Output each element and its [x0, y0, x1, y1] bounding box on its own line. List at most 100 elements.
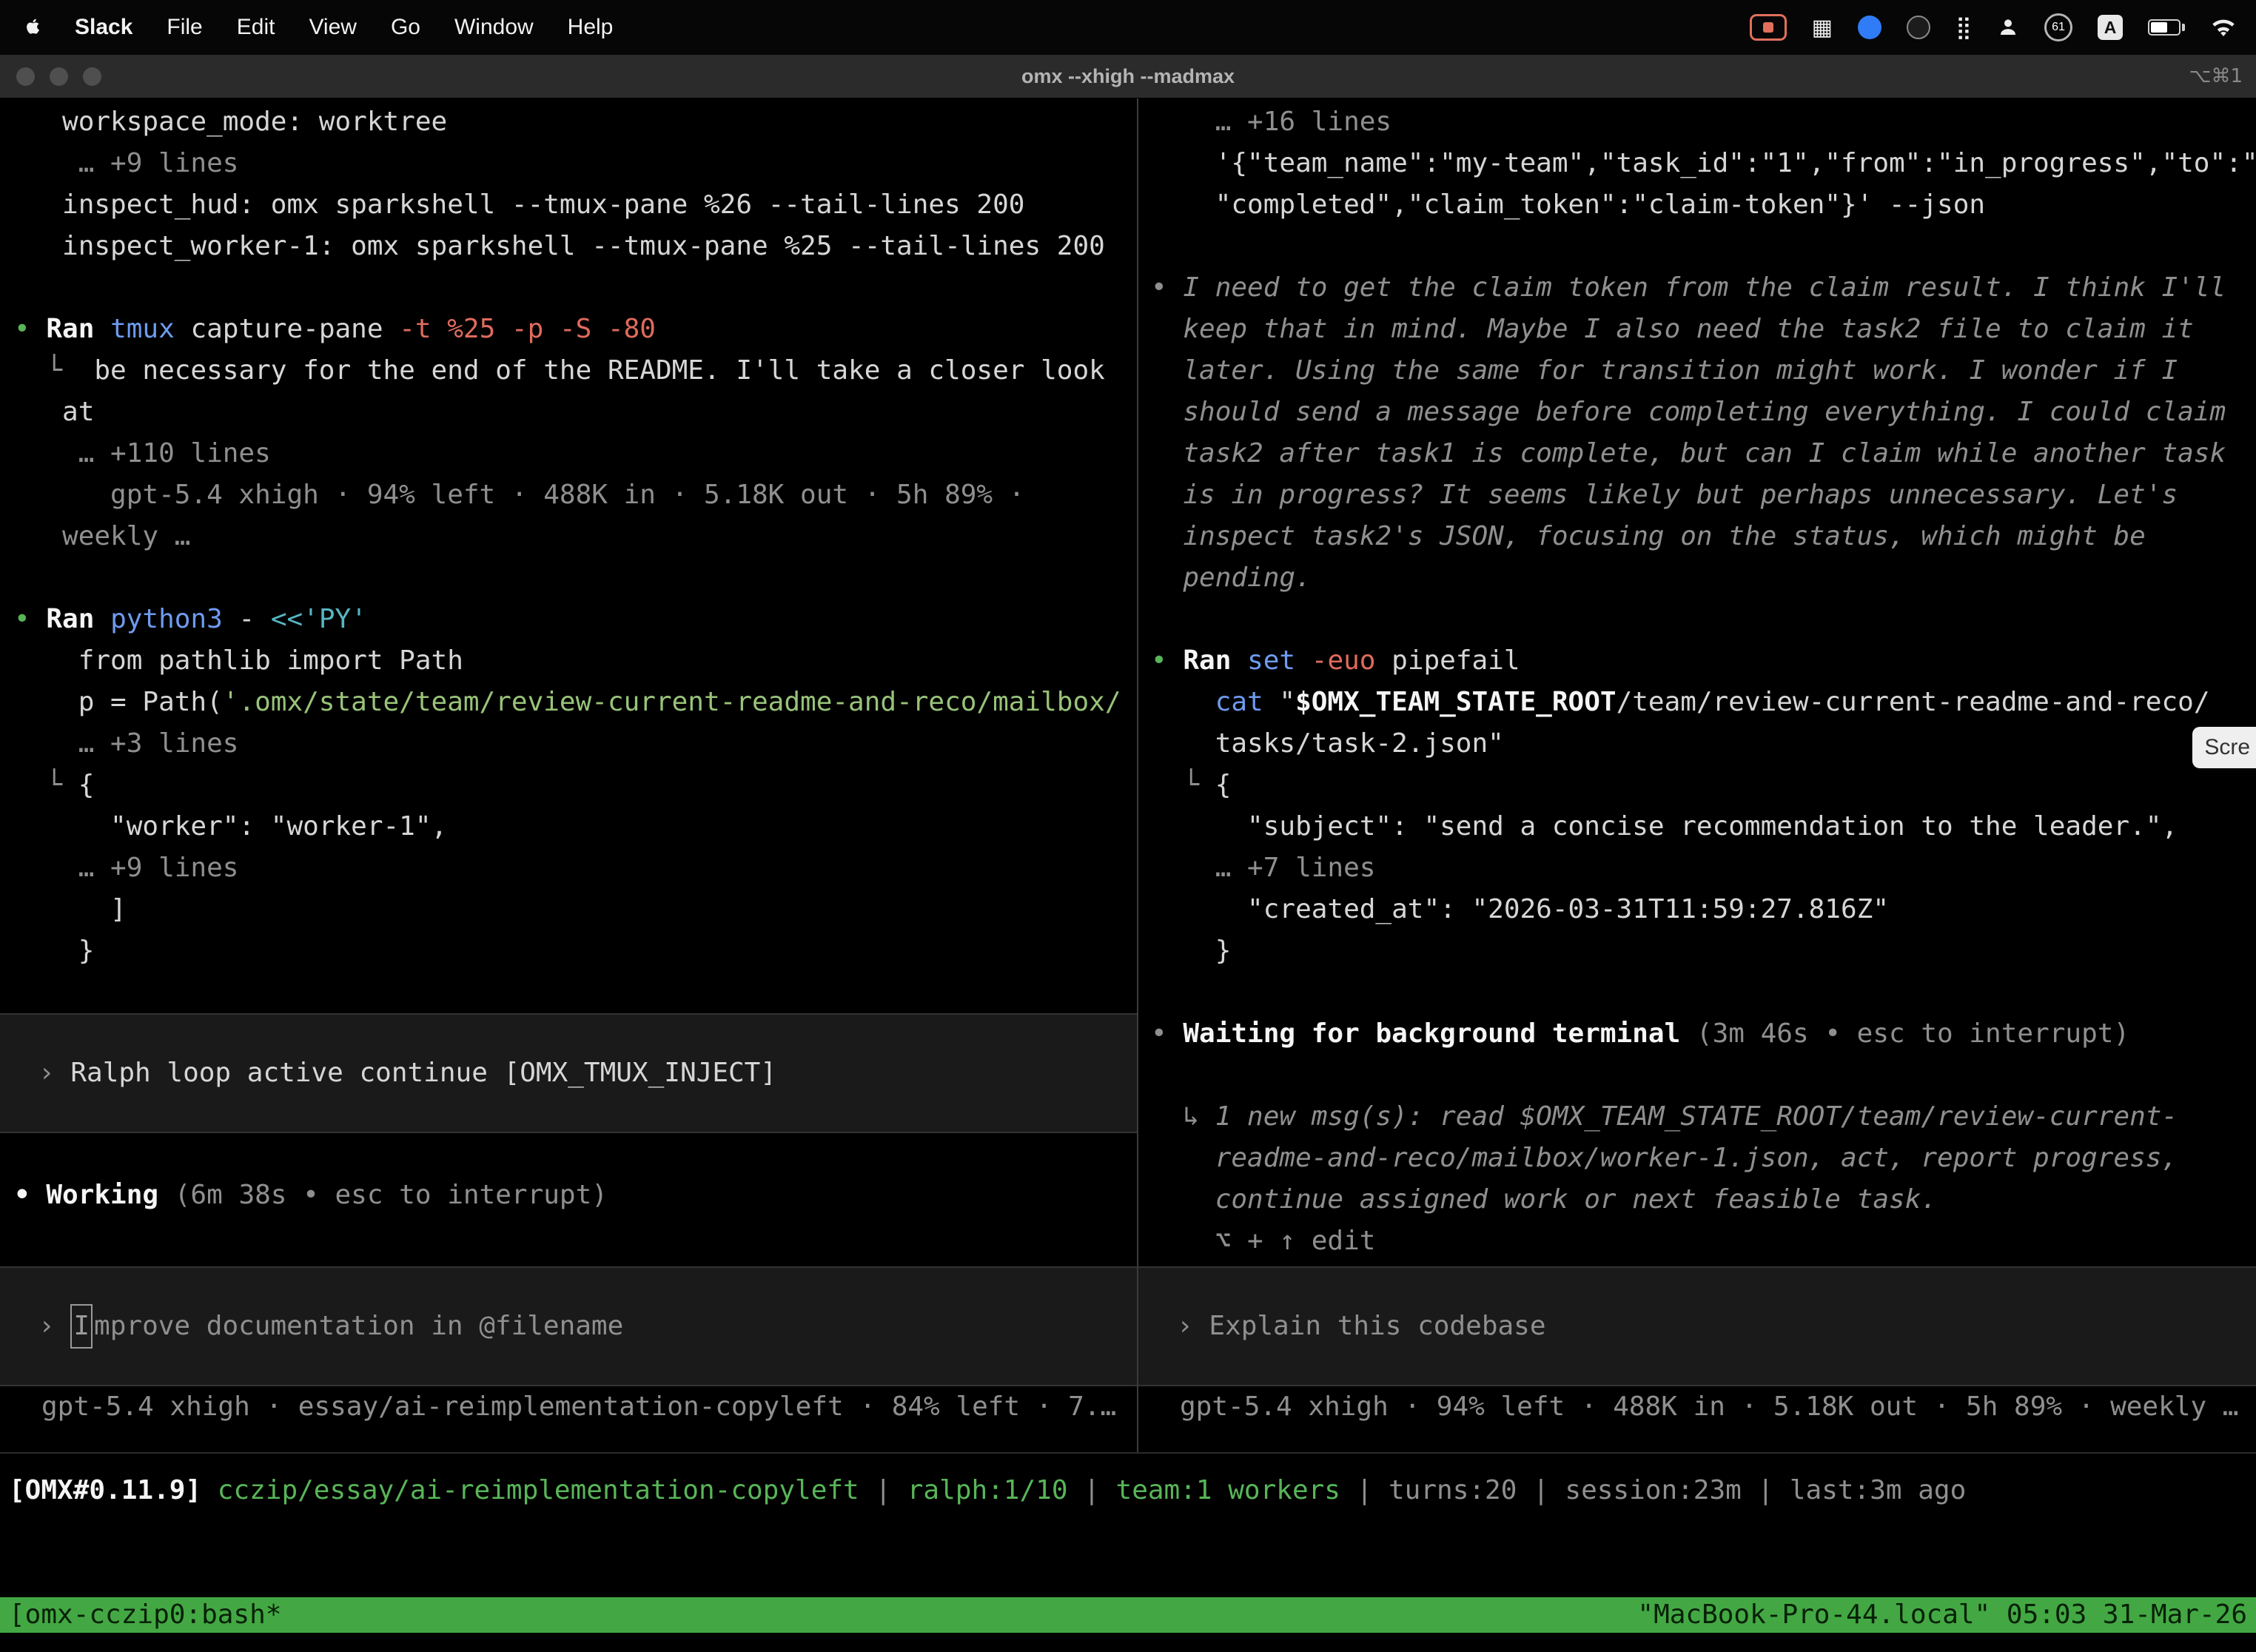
terminal-line	[1138, 972, 2256, 1013]
tmux-host-datetime: "MacBook-Pro-44.local" 05:03 31-Mar-26	[1637, 1597, 2247, 1633]
terminal-line: • Ran python3 - <<'PY'	[0, 599, 1137, 640]
ralph-loop-banner[interactable]: › Ralph loop active continue [OMX_TMUX_I…	[0, 1013, 1137, 1133]
text-segment: Waiting for background terminal	[1183, 1018, 1696, 1049]
terminal-line: • Ran tmux capture-pane -t %25 -p -S -80	[0, 309, 1137, 350]
text-segment: continue assigned work or next feasible …	[1151, 1184, 1937, 1215]
text-segment: I	[70, 1304, 93, 1349]
terminal-content: workspace_mode: worktree … +9 lines insp…	[0, 98, 2256, 1454]
right-session-status: gpt-5.4 xhigh · 94% left · 488K in · 5.1…	[1138, 1386, 2256, 1428]
terminal-line: task2 after task1 is complete, but can I…	[1138, 433, 2256, 474]
terminal-line: later. Using the same for transition mig…	[1138, 350, 2256, 392]
text-segment: pending.	[1151, 563, 1312, 593]
menu-items: Slack File Edit View Go Window Help	[0, 15, 613, 40]
text-segment: └	[14, 355, 94, 386]
text-segment: •	[1151, 1018, 1183, 1049]
text-segment: "	[1279, 687, 1295, 717]
apple-menu-icon[interactable]	[25, 19, 41, 37]
menu-view[interactable]: View	[309, 15, 356, 40]
terminal-line	[1138, 1055, 2256, 1096]
battery-percentage-icon[interactable]: 61	[2044, 13, 2072, 41]
terminal-line: … +7 lines	[1138, 847, 2256, 889]
terminal-line: inspect_worker-1: omx sparkshell --tmux-…	[0, 226, 1137, 267]
terminal-line: pending.	[1138, 557, 2256, 599]
minimize-button[interactable]	[50, 67, 68, 86]
text-segment: {	[78, 770, 95, 800]
right-terminal-pane: … +16 lines '{"team_name":"my-team","tas…	[1138, 98, 2256, 1452]
battery-icon[interactable]	[2148, 19, 2185, 36]
text-segment: [OMX#0.11.9]	[9, 1475, 218, 1505]
text-segment: Ran	[1183, 645, 1247, 676]
menu-go[interactable]: Go	[391, 15, 420, 40]
app-menu-slack[interactable]: Slack	[75, 15, 132, 40]
wifi-icon[interactable]	[2210, 17, 2237, 38]
terminal-line: • Waiting for background terminal (3m 46…	[1138, 1013, 2256, 1055]
text-segment: cat	[1151, 687, 1279, 717]
text-segment: '.omx/state/team/review-current-readme-a…	[223, 687, 1121, 717]
terminal-line: continue assigned work or next feasible …	[1138, 1179, 2256, 1220]
text-segment: |	[1340, 1475, 1389, 1505]
terminal-line: "completed","claim_token":"claim-token"}…	[1138, 184, 2256, 226]
text-segment: ›	[38, 1306, 70, 1347]
dots-grid-icon[interactable]: ⣿	[1955, 15, 1972, 41]
terminal-line: readme-and-reco/mailbox/worker-1.json, a…	[1138, 1138, 2256, 1179]
terminal-line: … +9 lines	[0, 847, 1137, 889]
terminal-line: "created_at": "2026-03-31T11:59:27.816Z"	[1138, 889, 2256, 930]
terminal-line: }	[0, 930, 1137, 972]
text-segment: tmux	[110, 314, 190, 344]
person-icon[interactable]	[1997, 16, 2019, 38]
text-segment: '{"team_name":"my-team","task_id":"1","f…	[1151, 148, 2256, 178]
text-segment: }	[14, 936, 94, 966]
terminal-line: ]	[0, 889, 1137, 930]
omx-session-summary: [OMX#0.11.9] cczip/essay/ai-reimplementa…	[9, 1470, 2256, 1511]
tmux-status-bar: [omx-cczip0:bash* "MacBook-Pro-44.local"…	[0, 1597, 2256, 1633]
text-segment: (6m 38s • esc to interrupt)	[175, 1180, 608, 1210]
prompt-input-left[interactable]: › Improve documentation in @filename	[0, 1266, 1137, 1386]
text-segment: be necessary for the end of the README. …	[94, 355, 1104, 386]
menu-file[interactable]: File	[167, 15, 202, 40]
terminal-line: }	[1138, 930, 2256, 972]
input-source-icon[interactable]: A	[2098, 15, 2123, 40]
terminal-line: "worker": "worker-1",	[0, 806, 1137, 847]
menu-window[interactable]: Window	[454, 15, 534, 40]
text-segment: •	[1151, 645, 1183, 676]
text-segment: |	[1068, 1475, 1116, 1505]
blue-app-icon[interactable]	[1858, 16, 1881, 39]
dark-app-icon[interactable]	[1907, 16, 1930, 39]
zoom-button[interactable]	[83, 67, 101, 86]
text-segment: 1 new msg(s): read $OMX_TEAM_STATE_ROOT/…	[1215, 1101, 2178, 1132]
screen-edge-tooltip[interactable]: Scre	[2192, 727, 2256, 768]
text-segment: ↳	[1151, 1101, 1215, 1132]
text-segment: }	[1151, 936, 1231, 966]
text-segment: "created_at": "2026-03-31T11:59:27.816Z"	[1151, 894, 1889, 924]
text-segment: pipefail	[1391, 645, 1520, 676]
text-segment: inspect task2's JSON, focusing on the st…	[1151, 521, 2146, 551]
text-segment: |	[859, 1475, 907, 1505]
text-segment: gpt-5.4 xhigh · 94% left · 488K in · 5.1…	[14, 480, 1024, 510]
terminal-line: tasks/task-2.json"	[1138, 723, 2256, 765]
text-segment: … +16 lines	[1151, 107, 1391, 137]
menu-edit[interactable]: Edit	[237, 15, 275, 40]
text-segment: /team/review-current-readme-and-reco/	[1617, 687, 2210, 717]
close-button[interactable]	[16, 67, 35, 86]
tmux-session-name: [omx-cczip0:bash*	[9, 1597, 281, 1633]
text-segment: Ralph loop active continue [OMX_TMUX_INJ…	[70, 1052, 776, 1094]
terminal-line: • Ran set -euo pipefail	[1138, 640, 2256, 682]
text-segment: … +9 lines	[14, 853, 238, 883]
prompt-input-right[interactable]: › Explain this codebase	[1138, 1266, 2256, 1386]
text-segment: $OMX_TEAM_STATE_ROOT	[1295, 687, 1616, 717]
grid-app-icon[interactable]: ▦	[1812, 15, 1833, 41]
window-shortcut-hint: ⌥⌘1	[2189, 55, 2243, 98]
text-segment: p = Path(	[14, 687, 223, 717]
terminal-line: • Working (6m 38s • esc to interrupt)	[0, 1175, 1137, 1216]
terminal-line: weekly …	[0, 516, 1137, 557]
terminal-line: ⌥ + ↑ edit	[1138, 1220, 2256, 1262]
text-segment: tasks/task-2.json"	[1151, 728, 1504, 759]
text-segment: └	[1151, 770, 1215, 800]
screen-recording-stop-icon[interactable]	[1750, 14, 1787, 41]
terminal-line: ↳ 1 new msg(s): read $OMX_TEAM_STATE_ROO…	[1138, 1096, 2256, 1138]
text-segment: python3	[110, 604, 238, 634]
text-segment: ⌥ + ↑ edit	[1151, 1226, 1375, 1256]
text-segment: workspace_mode: worktree	[14, 107, 447, 137]
text-segment: -euo	[1312, 645, 1391, 676]
menu-help[interactable]: Help	[568, 15, 614, 40]
